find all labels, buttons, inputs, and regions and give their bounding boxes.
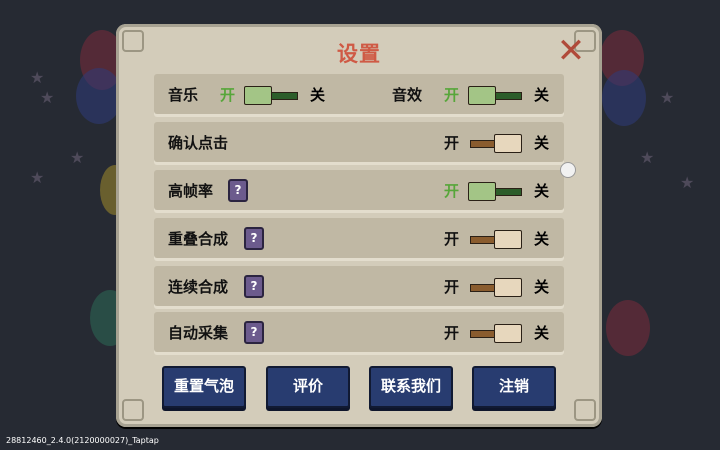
off-label: 关 (534, 182, 550, 200)
on-label: 开 (444, 230, 460, 248)
settings-row-high-framerate: 高帧率 ? 开 关 (154, 170, 564, 210)
music-toggle[interactable] (244, 86, 298, 105)
off-label: 关 (534, 134, 550, 152)
close-icon[interactable]: ✕ (556, 34, 586, 68)
settings-row-confirm-click: 确认点击 开 关 (154, 122, 564, 162)
off-label: 关 (534, 86, 550, 104)
reset-bubbles-button[interactable]: 重置气泡 (162, 366, 246, 408)
star-decoration: ★ (30, 68, 45, 87)
on-label: 开 (444, 324, 460, 342)
high-framerate-toggle[interactable] (468, 182, 522, 201)
confirm-click-label: 确认点击 (168, 134, 229, 152)
settings-row-audio: 音乐 开 关 音效 开 关 (154, 74, 564, 114)
help-icon[interactable]: ? (228, 179, 248, 202)
settings-row-overlap-merge: 重叠合成 ? 开 关 (154, 218, 564, 258)
continuous-merge-label: 连续合成 (168, 278, 229, 296)
auto-collect-label: 自动采集 (168, 324, 229, 342)
corner-ornament (122, 399, 144, 421)
balloon-decoration (606, 300, 650, 356)
overlap-merge-toggle[interactable] (468, 230, 522, 249)
continuous-merge-toggle[interactable] (468, 278, 522, 297)
dialog-title: 设置 (337, 42, 381, 66)
logout-button[interactable]: 注销 (472, 366, 556, 408)
sound-effects-toggle[interactable] (468, 86, 522, 105)
star-decoration: ★ (660, 88, 675, 107)
on-label: 开 (444, 182, 460, 200)
help-icon[interactable]: ? (244, 275, 264, 298)
help-icon[interactable]: ? (244, 227, 264, 250)
settings-dialog: 设置 ✕ 音乐 开 关 音效 开 关 确认点击 开 关 高帧率 ? 开 关 重叠… (116, 24, 602, 427)
music-label: 音乐 (168, 86, 199, 104)
star-decoration: ★ (70, 148, 85, 167)
off-label: 关 (534, 278, 550, 296)
settings-row-continuous-merge: 连续合成 ? 开 关 (154, 266, 564, 306)
on-label: 开 (444, 278, 460, 296)
high-framerate-label: 高帧率 (168, 182, 214, 200)
contact-us-button[interactable]: 联系我们 (369, 366, 453, 408)
off-label: 关 (310, 86, 326, 104)
star-decoration: ★ (40, 88, 55, 107)
on-label: 开 (444, 134, 460, 152)
auto-collect-toggle[interactable] (468, 324, 522, 343)
scroll-handle[interactable] (560, 162, 576, 178)
star-decoration: ★ (640, 148, 655, 167)
star-decoration: ★ (30, 168, 45, 187)
star-decoration: ★ (680, 173, 695, 192)
help-icon[interactable]: ? (244, 321, 264, 344)
rate-button[interactable]: 评价 (266, 366, 350, 408)
balloon-decoration (602, 70, 646, 126)
settings-row-auto-collect: 自动采集 ? 开 关 (154, 312, 564, 352)
sound-effects-label: 音效 (392, 86, 423, 104)
on-label: 开 (220, 86, 236, 104)
confirm-click-toggle[interactable] (468, 134, 522, 153)
off-label: 关 (534, 324, 550, 342)
on-label: 开 (444, 86, 460, 104)
version-label: 28812460_2.4.0(2120000027)_Taptap (6, 436, 159, 445)
corner-ornament (574, 399, 596, 421)
overlap-merge-label: 重叠合成 (168, 230, 229, 248)
off-label: 关 (534, 230, 550, 248)
